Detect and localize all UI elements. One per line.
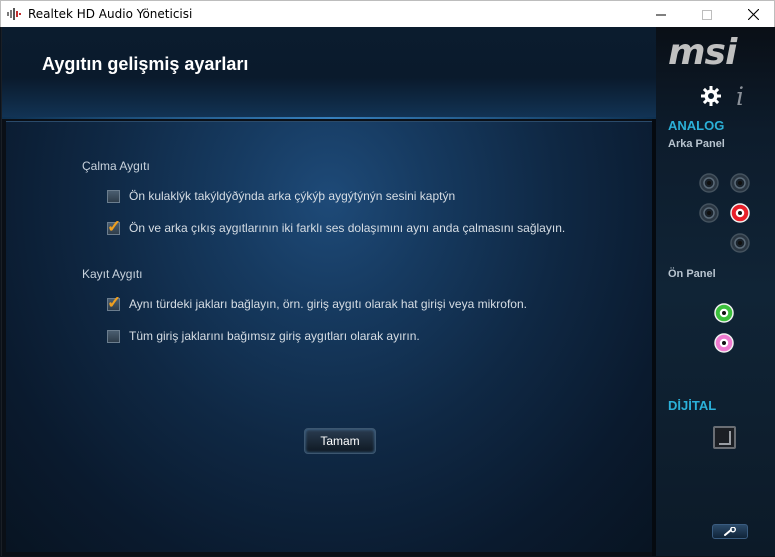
wrench-icon [724,526,736,536]
header-divider [2,117,656,119]
front-panel-label: Ön Panel [668,268,716,280]
minimize-button[interactable] [638,1,684,28]
option-label: Tüm giriş jaklarını bağımsız giriş aygıt… [129,329,420,343]
option-label: Aynı türdeki jakları bağlayın, örn. giri… [129,297,527,311]
checkmark-icon: ✓ [107,216,122,236]
settings-content: Çalma Aygıtı Ön kulaklýk takýldýðýnda ar… [6,121,652,552]
speaker-icon [7,8,21,20]
spdif-jack-icon[interactable] [713,426,736,449]
info-icon[interactable]: i [736,82,744,111]
audio-jack-icon[interactable] [698,172,720,194]
side-panel: msi i ANALOG Arka Panel Ön Panel DİJİTAL [656,27,775,556]
audio-jack-icon[interactable] [713,302,735,324]
close-button[interactable] [730,1,775,28]
option-label: Ön kulaklýk takýldýðýnda arka çýkýþ aygý… [129,189,456,203]
tools-button[interactable] [712,524,748,539]
close-icon [747,9,759,20]
rear-panel-label: Arka Panel [668,138,725,150]
audio-jack-icon[interactable] [729,232,751,254]
playback-option-multistream[interactable]: ✓ Ön ve arka çıkış aygıtlarının iki fark… [107,218,566,235]
window-titlebar: Realtek HD Audio Yöneticisi [0,0,775,27]
maximize-icon [702,9,712,20]
audio-jack-icon[interactable] [698,202,720,224]
minimize-icon [656,14,666,15]
recording-section-label: Kayıt Aygıtı [82,267,143,281]
app-body: Aygıtın gelişmiş ayarları Çalma Aygıtı Ö… [1,27,775,556]
ok-button[interactable]: Tamam [304,428,376,454]
playback-option-mute-rear[interactable]: Ön kulaklýk takýldýðýnda arka çýkýþ aygý… [107,189,455,203]
audio-jack-icon[interactable] [729,172,751,194]
audio-jack-icon[interactable] [729,202,751,224]
digital-label: DİJİTAL [668,398,717,413]
maximize-button[interactable] [684,1,730,28]
recording-option-separate-jacks[interactable]: Tüm giriş jaklarını bağımsız giriş aygıt… [107,329,420,343]
page-title: Aygıtın gelişmiş ayarları [42,54,249,74]
window-title: Realtek HD Audio Yöneticisi [28,7,193,21]
checkbox[interactable]: ✓ [107,294,121,311]
checkbox[interactable] [107,189,120,203]
analog-label: ANALOG [668,118,725,133]
option-label: Ön ve arka çıkış aygıtlarının iki farklı… [129,221,566,235]
msi-logo: msi [668,32,737,73]
audio-jack-icon[interactable] [713,332,735,354]
checkmark-icon: ✓ [107,292,122,312]
checkbox[interactable] [107,329,120,343]
checkbox[interactable]: ✓ [107,218,121,235]
gear-icon[interactable] [700,85,722,107]
page-header: Aygıtın gelişmiş ayarları [2,27,656,119]
recording-option-tie-jacks[interactable]: ✓ Aynı türdeki jakları bağlayın, örn. gi… [107,294,527,311]
playback-section-label: Çalma Aygıtı [82,159,150,173]
